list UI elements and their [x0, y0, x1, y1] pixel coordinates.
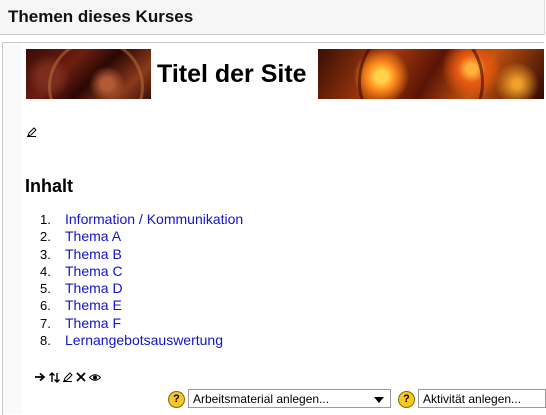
- topic-link[interactable]: Thema F: [65, 315, 121, 331]
- list-item: 4. Thema C: [40, 263, 243, 280]
- visibility-eye-icon[interactable]: [89, 373, 101, 382]
- banner-title: Titel der Site: [157, 60, 307, 88]
- help-icon[interactable]: ?: [168, 391, 185, 408]
- page-title: Themen dieses Kurses: [8, 7, 194, 26]
- edit-icon[interactable]: [63, 372, 73, 382]
- list-item: 8. Lernangebotsauswertung: [40, 332, 243, 349]
- topic-link[interactable]: Thema D: [65, 280, 123, 296]
- list-number: 8.: [40, 333, 51, 349]
- item-toolbar: [35, 371, 101, 383]
- topic-link[interactable]: Information / Kommunikation: [65, 211, 243, 227]
- banner-image-left: [26, 49, 151, 99]
- add-resource-select[interactable]: Arbeitsmaterial anlegen...: [188, 389, 391, 408]
- list-number: 7.: [40, 315, 51, 331]
- add-activity-select[interactable]: Aktivität anlegen...: [418, 389, 546, 408]
- section-heading: Inhalt: [25, 176, 73, 196]
- topic-link[interactable]: Lernangebotsauswertung: [65, 332, 223, 348]
- list-number: 4.: [40, 263, 51, 279]
- banner-image-right: [318, 49, 544, 99]
- help-icon[interactable]: ?: [398, 391, 415, 408]
- add-activity-select-value: Aktivität anlegen...: [423, 392, 522, 406]
- list-item: 3. Thema B: [40, 246, 243, 263]
- topic-link[interactable]: Thema E: [65, 297, 122, 313]
- delete-icon[interactable]: [76, 372, 86, 382]
- move-updown-icon[interactable]: [49, 371, 60, 383]
- edit-summary-icon[interactable]: [27, 124, 37, 137]
- list-item: 5. Thema D: [40, 280, 243, 297]
- topic-link[interactable]: Thema A: [65, 228, 121, 244]
- topic-link[interactable]: Thema B: [65, 246, 122, 262]
- section-left-strip: [3, 43, 22, 414]
- add-resource-select-value: Arbeitsmaterial anlegen...: [193, 392, 330, 406]
- list-number: 3.: [40, 246, 51, 262]
- list-number: 1.: [40, 212, 51, 227]
- chevron-down-icon: [374, 397, 384, 403]
- list-item: 1. Information / Kommunikation: [40, 211, 243, 228]
- list-item: 7. Thema F: [40, 315, 243, 332]
- topic-list: 1. Information / Kommunikation 2. Thema A …: [40, 211, 243, 349]
- site-banner: Titel der Site: [26, 49, 544, 99]
- list-number: 6.: [40, 298, 51, 314]
- page-header: Themen dieses Kurses: [0, 0, 545, 35]
- list-item: 6. Thema E: [40, 297, 243, 314]
- list-number: 2.: [40, 229, 51, 245]
- topic-link[interactable]: Thema C: [65, 263, 123, 279]
- list-item: 2. Thema A: [40, 228, 243, 245]
- list-number: 5.: [40, 281, 51, 297]
- move-right-icon[interactable]: [35, 372, 46, 382]
